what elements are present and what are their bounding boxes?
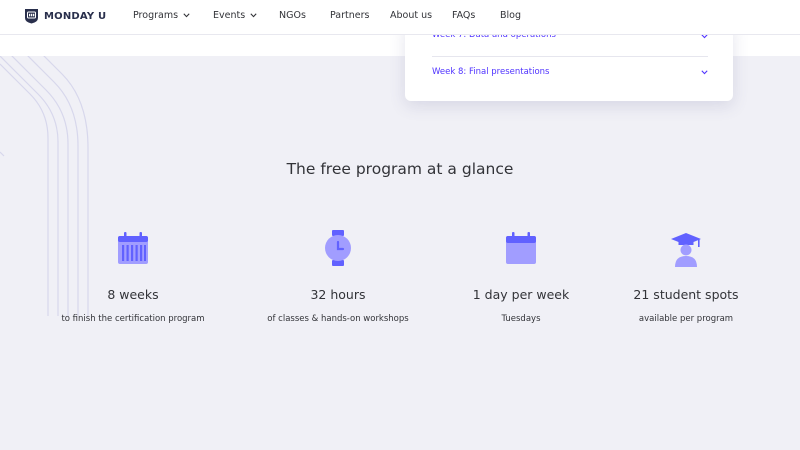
feature-description: of classes & hands-on workshops (267, 314, 409, 324)
accordion-item-week-8[interactable]: Week 8: Final presentations (432, 58, 708, 86)
nav-item-label: Events (213, 10, 246, 21)
accordion-divider (432, 56, 708, 57)
nav-item-label: About us (390, 10, 433, 21)
nav-item-partners[interactable]: Partners (330, 10, 369, 21)
feature-title: 21 student spots (633, 287, 739, 302)
nav-item-ngos[interactable]: NGOs (279, 10, 306, 21)
calendar-weeks-icon (118, 232, 148, 264)
main-nav: Programs Events NGOs Partners About us F… (0, 0, 800, 34)
nav-item-blog[interactable]: Blog (500, 10, 521, 21)
section-title: The free program at a glance (286, 160, 514, 178)
nav-item-label: Partners (330, 10, 370, 21)
feature-spots: 21 student spots available per program (586, 228, 786, 324)
top-navbar: MONDAY U Programs Events NGOs Partners A… (0, 0, 800, 35)
chevron-down-icon (183, 13, 190, 18)
nav-item-faqs[interactable]: FAQs (452, 10, 475, 21)
feature-description: available per program (638, 314, 734, 324)
nav-item-label: NGOs (279, 10, 306, 21)
nav-item-label: Blog (500, 10, 521, 21)
chevron-down-icon (701, 69, 708, 74)
accordion-item-label: Week 8: Final presentations (432, 67, 550, 77)
feature-title: 32 hours (310, 287, 366, 302)
nav-item-events[interactable]: Events (213, 10, 257, 21)
nav-item-about-us[interactable]: About us (390, 10, 432, 21)
decorative-lines (0, 56, 89, 316)
feature-hours: 32 hours of classes & hands-on workshops (238, 228, 438, 324)
graduate-icon (671, 233, 701, 267)
nav-item-label: FAQs (452, 10, 476, 21)
calendar-icon (506, 232, 536, 264)
chevron-down-icon (250, 13, 257, 18)
nav-item-programs[interactable]: Programs (133, 10, 190, 21)
watch-icon (325, 230, 351, 266)
nav-item-label: Programs (133, 10, 179, 21)
